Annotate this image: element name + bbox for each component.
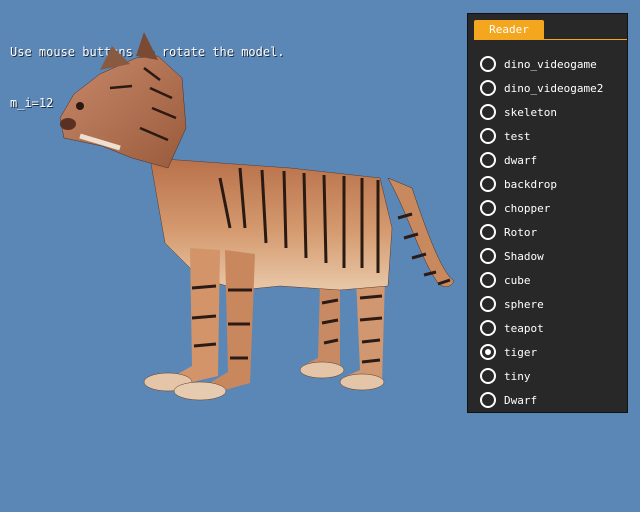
radio-button[interactable] — [480, 80, 496, 96]
radio-button[interactable] — [480, 320, 496, 336]
radio-button[interactable] — [480, 128, 496, 144]
model-option[interactable]: dwarf — [480, 148, 603, 172]
model-option[interactable]: Shadow — [480, 244, 603, 268]
model-option-label: backdrop — [504, 177, 557, 191]
radio-button[interactable] — [480, 296, 496, 312]
model-option-label: Rotor — [504, 225, 538, 239]
model-option-label: dwarf — [504, 153, 538, 167]
model-option[interactable]: dino_videogame — [480, 52, 603, 76]
model-option[interactable]: skeleton — [480, 100, 603, 124]
model-option-label: dino_videogame — [504, 57, 597, 71]
model-option[interactable]: test — [480, 124, 603, 148]
tab-reader[interactable]: Reader — [474, 20, 544, 40]
model-option-label: sphere — [504, 297, 544, 311]
model-option-label: dino_videogame2 — [504, 81, 604, 95]
radio-button[interactable] — [480, 248, 496, 264]
radio-button[interactable] — [480, 176, 496, 192]
reader-panel: Reader dino_videogame dino_videogame2 sk… — [467, 13, 628, 413]
model-option-label: Shadow — [504, 249, 544, 263]
model-option-label: tiny — [504, 369, 531, 383]
model-radio-list: dino_videogame dino_videogame2 skeleton … — [480, 52, 603, 412]
model-option[interactable]: teapot — [480, 316, 603, 340]
radio-button[interactable] — [480, 272, 496, 288]
model-option[interactable]: tiny — [480, 364, 603, 388]
model-option[interactable]: backdrop — [480, 172, 603, 196]
radio-button[interactable] — [480, 368, 496, 384]
model-option-label: test — [504, 129, 531, 143]
model-option[interactable]: dino_videogame2 — [480, 76, 603, 100]
model-option[interactable]: chopper — [480, 196, 603, 220]
radio-button[interactable] — [480, 392, 496, 408]
model-option[interactable]: Dwarf — [480, 388, 603, 412]
model-option-label: cube — [504, 273, 531, 287]
model-option[interactable]: Rotor — [480, 220, 603, 244]
model-option[interactable]: tiger — [480, 340, 603, 364]
tiger-model-render — [59, 32, 455, 401]
radio-button[interactable] — [480, 152, 496, 168]
model-option-label: skeleton — [504, 105, 557, 119]
radio-button[interactable] — [480, 200, 496, 216]
model-option[interactable]: sphere — [480, 292, 603, 316]
radio-button[interactable] — [480, 104, 496, 120]
radio-button[interactable] — [480, 344, 496, 360]
model-option-label: Dwarf — [504, 393, 538, 407]
model-option[interactable]: cube — [480, 268, 603, 292]
tab-underline — [474, 39, 627, 40]
radio-button[interactable] — [480, 56, 496, 72]
model-option-label: chopper — [504, 201, 551, 215]
model-viewport[interactable] — [40, 28, 470, 408]
model-option-label: teapot — [504, 321, 544, 335]
model-option-label: tiger — [504, 345, 538, 359]
radio-button[interactable] — [480, 224, 496, 240]
